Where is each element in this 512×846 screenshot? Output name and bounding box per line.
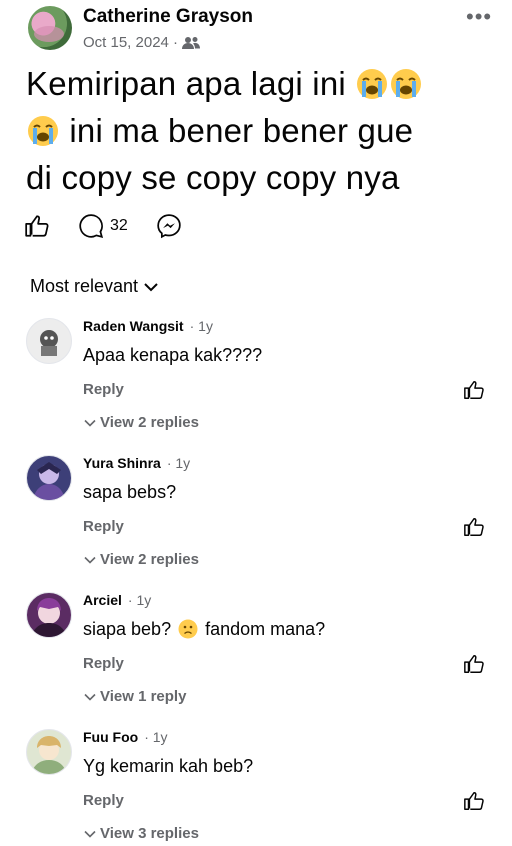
chevron-down-icon <box>84 693 96 701</box>
post-actions: 32 <box>24 213 182 239</box>
post-author-name[interactable]: Catherine Grayson <box>83 6 253 28</box>
post-author-avatar[interactable] <box>28 6 72 50</box>
more-options-icon[interactable]: ••• <box>466 6 492 28</box>
comment-text: Apaa kenapa kak???? <box>83 345 263 365</box>
commenter-avatar[interactable] <box>26 729 72 775</box>
post-text: Kemiripan apa lagi ini ini ma bener bene… <box>26 60 496 201</box>
view-replies-label: View 1 reply <box>100 688 187 705</box>
thumbs-up-icon[interactable] <box>463 790 485 812</box>
thumbs-up-icon[interactable] <box>463 379 485 401</box>
comment-sort-dropdown[interactable]: Most relevant <box>30 276 158 297</box>
comment-author-name[interactable]: Fuu Foo <box>83 729 138 745</box>
comment-count: 32 <box>110 217 128 234</box>
loudly-crying-face-icon <box>391 69 422 99</box>
chevron-down-icon <box>84 830 96 838</box>
comment-text-part: fandom mana? <box>205 619 326 639</box>
comment-author-name[interactable]: Raden Wangsit <box>83 318 184 334</box>
view-replies-label: View 2 replies <box>100 414 199 431</box>
reply-button[interactable]: Reply <box>83 655 124 672</box>
comment-time[interactable]: · 1y <box>167 455 190 471</box>
reply-button[interactable]: Reply <box>83 792 124 809</box>
thumbs-up-icon[interactable] <box>463 653 485 675</box>
comment-author[interactable]: Raden Wangsit · 1y <box>83 318 213 334</box>
chevron-down-icon <box>84 419 96 427</box>
messenger-icon <box>157 214 181 239</box>
comment-bubble-icon <box>79 214 104 239</box>
sort-label: Most relevant <box>30 276 139 296</box>
post-text-line2: ini ma bener bener gue <box>69 112 414 149</box>
friends-icon <box>182 36 201 49</box>
send-message-button[interactable] <box>156 213 182 239</box>
post-date[interactable]: Oct 15, 2024 · <box>83 34 178 51</box>
commenter-avatar[interactable] <box>26 318 72 364</box>
comment-time[interactable]: · 1y <box>144 729 167 745</box>
comment-author-name[interactable]: Arciel <box>83 592 122 608</box>
post-meta: Oct 15, 2024 · <box>83 34 201 51</box>
comment-button[interactable]: 32 <box>78 213 128 239</box>
view-replies-button[interactable]: View 1 reply <box>84 688 186 705</box>
comment-text: sapa bebs? <box>83 482 177 502</box>
loudly-crying-face-icon <box>28 116 58 146</box>
loudly-crying-face-icon <box>357 69 388 99</box>
comment-text: Yg kemarin kah beb? <box>83 756 254 776</box>
thumbs-up-icon <box>25 215 49 237</box>
commenter-avatar[interactable] <box>26 592 72 638</box>
comment-author[interactable]: Fuu Foo · 1y <box>83 729 168 745</box>
chevron-down-icon <box>84 556 96 564</box>
view-replies-label: View 3 replies <box>100 825 199 842</box>
view-replies-button[interactable]: View 2 replies <box>84 551 199 568</box>
comment-text-part: siapa beb? <box>83 619 172 639</box>
commenter-avatar[interactable] <box>26 455 72 501</box>
worried-face-icon <box>178 619 198 639</box>
reply-button[interactable]: Reply <box>83 518 124 535</box>
post-text-line3: di copy se copy copy nya <box>26 159 400 196</box>
comment-author[interactable]: Arciel · 1y <box>83 592 151 608</box>
comment-author-name[interactable]: Yura Shinra <box>83 455 161 471</box>
reply-button[interactable]: Reply <box>83 381 124 398</box>
view-replies-button[interactable]: View 2 replies <box>84 414 199 431</box>
comment-time[interactable]: · 1y <box>128 592 151 608</box>
post-text-line1: Kemiripan apa lagi ini <box>26 65 346 102</box>
chevron-down-icon <box>144 282 158 291</box>
comment-time[interactable]: · 1y <box>190 318 213 334</box>
view-replies-label: View 2 replies <box>100 551 199 568</box>
view-replies-button[interactable]: View 3 replies <box>84 825 199 842</box>
comment-author[interactable]: Yura Shinra · 1y <box>83 455 190 471</box>
like-button[interactable] <box>24 213 50 239</box>
thumbs-up-icon[interactable] <box>463 516 485 538</box>
comment-text: siapa beb? fandom mana? <box>83 619 325 640</box>
